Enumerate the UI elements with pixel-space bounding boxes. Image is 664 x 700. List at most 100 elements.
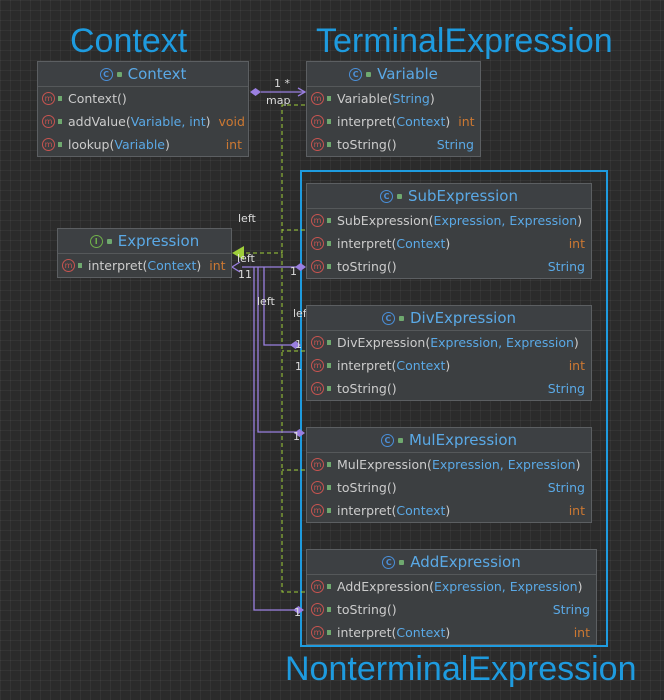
method-name: toString — [337, 259, 387, 274]
method-row[interactable]: m toString() String — [307, 377, 591, 400]
public-icon — [58, 96, 62, 101]
method-row[interactable]: m interpret(Context) int — [307, 232, 591, 255]
method-icon: m — [311, 115, 324, 128]
sub-expression-class[interactable]: C SubExpression m SubExpression(Expressi… — [306, 183, 592, 279]
variable-class[interactable]: C Variable m Variable(String) m interpre… — [306, 61, 481, 157]
method-row[interactable]: m Context() — [38, 87, 248, 110]
class-icon: C — [380, 189, 393, 203]
return-type: String — [547, 259, 585, 274]
method-icon: m — [42, 92, 55, 105]
map-role-label: map — [266, 94, 291, 107]
method-row[interactable]: m DivExpression(Expression, Expression) — [307, 331, 591, 354]
multiplicity-label: 1 — [294, 606, 301, 619]
public-icon — [366, 71, 372, 77]
method-row[interactable]: m AddExpression(Expression, Expression) — [307, 575, 596, 598]
multiplicity-label: 1 — [295, 338, 302, 351]
public-icon — [399, 559, 405, 565]
class-name: DivExpression — [409, 309, 517, 327]
method-row[interactable]: m interpret(Context) int — [307, 499, 591, 522]
method-row[interactable]: m interpret(Context) int — [307, 110, 480, 133]
return-type: int — [209, 258, 226, 273]
public-icon — [327, 485, 331, 490]
div-expression-class-header[interactable]: C DivExpression — [307, 306, 591, 331]
public-icon — [398, 315, 404, 321]
method-row[interactable]: m SubExpression(Expression, Expression) — [307, 209, 591, 232]
public-icon — [58, 142, 62, 147]
multiplicity-label: 1 — [290, 265, 297, 278]
method-icon: m — [311, 481, 324, 494]
method-params: Expression, Expression — [433, 579, 578, 594]
method-row[interactable]: m toString() String — [307, 133, 480, 156]
method-icon: m — [311, 92, 324, 105]
class-icon: C — [381, 311, 395, 325]
mul-expression-class[interactable]: C MulExpression m MulExpression(Expressi… — [306, 427, 592, 523]
public-icon — [106, 238, 112, 244]
add-expression-class-header[interactable]: C AddExpression — [307, 550, 596, 575]
method-icon: m — [311, 626, 324, 639]
method-params: Context — [396, 236, 446, 251]
variable-class-header[interactable]: C Variable — [307, 62, 480, 87]
div-expression-class[interactable]: C DivExpression m DivExpression(Expressi… — [306, 305, 592, 401]
method-icon: m — [311, 237, 324, 250]
sub-expression-class-header[interactable]: C SubExpression — [307, 184, 591, 209]
method-row[interactable]: m MulExpression(Expression, Expression) — [307, 453, 591, 476]
public-icon — [327, 462, 331, 467]
method-params: Variable — [114, 137, 165, 152]
return-type: int — [568, 503, 585, 518]
context-class-header[interactable]: C Context — [38, 62, 248, 87]
method-name: lookup — [68, 137, 110, 152]
method-params: String — [392, 91, 430, 106]
class-icon: C — [99, 67, 113, 81]
method-params: Context — [396, 358, 446, 373]
method-icon: m — [311, 260, 324, 273]
public-icon — [327, 142, 331, 147]
add-expression-class[interactable]: C AddExpression m AddExpression(Expressi… — [306, 549, 597, 645]
class-name: Context — [127, 65, 187, 83]
method-params: Context — [396, 503, 446, 518]
method-row[interactable]: m toString() String — [307, 476, 591, 499]
method-row[interactable]: m lookup(Variable) int — [38, 133, 248, 156]
method-name: interpret — [337, 503, 392, 518]
method-params: Expression, Expression — [431, 457, 576, 472]
method-name: AddExpression — [337, 579, 430, 594]
method-name: interpret — [88, 258, 143, 273]
expression-interface[interactable]: I Expression m interpret(Context) int — [57, 228, 232, 278]
return-type: int — [568, 236, 585, 251]
method-name: interpret — [337, 236, 392, 251]
multiplicity-label: 1 — [295, 360, 302, 373]
method-row[interactable]: m Variable(String) — [307, 87, 480, 110]
left-associations — [242, 266, 296, 611]
method-row[interactable]: m interpret(Context) int — [58, 254, 231, 277]
method-name: toString — [337, 602, 387, 617]
method-icon: m — [311, 336, 324, 349]
method-name: toString — [337, 480, 387, 495]
method-name: interpret — [337, 625, 392, 640]
method-row[interactable]: m toString() String — [307, 255, 591, 278]
public-icon — [327, 386, 331, 391]
method-name: interpret — [337, 358, 392, 373]
return-type: String — [547, 381, 585, 396]
public-icon — [397, 193, 402, 199]
return-type: int — [225, 137, 242, 152]
method-params: Expression, Expression — [430, 335, 574, 350]
return-type: String — [547, 480, 585, 495]
method-row[interactable]: m interpret(Context) int — [307, 354, 591, 377]
method-row[interactable]: m toString() String — [307, 598, 596, 621]
context-class[interactable]: C Context m Context() m addValue(Variabl… — [37, 61, 249, 157]
method-row[interactable]: m addValue(Variable, int) void — [38, 110, 248, 133]
return-type: String — [436, 137, 474, 152]
left-role-label: left — [238, 212, 256, 225]
method-params: Variable, int — [130, 114, 206, 129]
expression-interface-header[interactable]: I Expression — [58, 229, 231, 254]
method-name: interpret — [337, 114, 392, 129]
class-name: SubExpression — [408, 187, 518, 205]
method-row[interactable]: m interpret(Context) int — [307, 621, 596, 644]
mul-expression-class-header[interactable]: C MulExpression — [307, 428, 591, 453]
public-icon — [327, 363, 331, 368]
return-type: String — [552, 602, 590, 617]
return-type: int — [458, 114, 475, 129]
public-icon — [327, 340, 331, 345]
method-icon: m — [311, 504, 324, 517]
interface-icon: I — [89, 234, 103, 248]
map-multiplicity-label: 1 * — [274, 77, 290, 90]
